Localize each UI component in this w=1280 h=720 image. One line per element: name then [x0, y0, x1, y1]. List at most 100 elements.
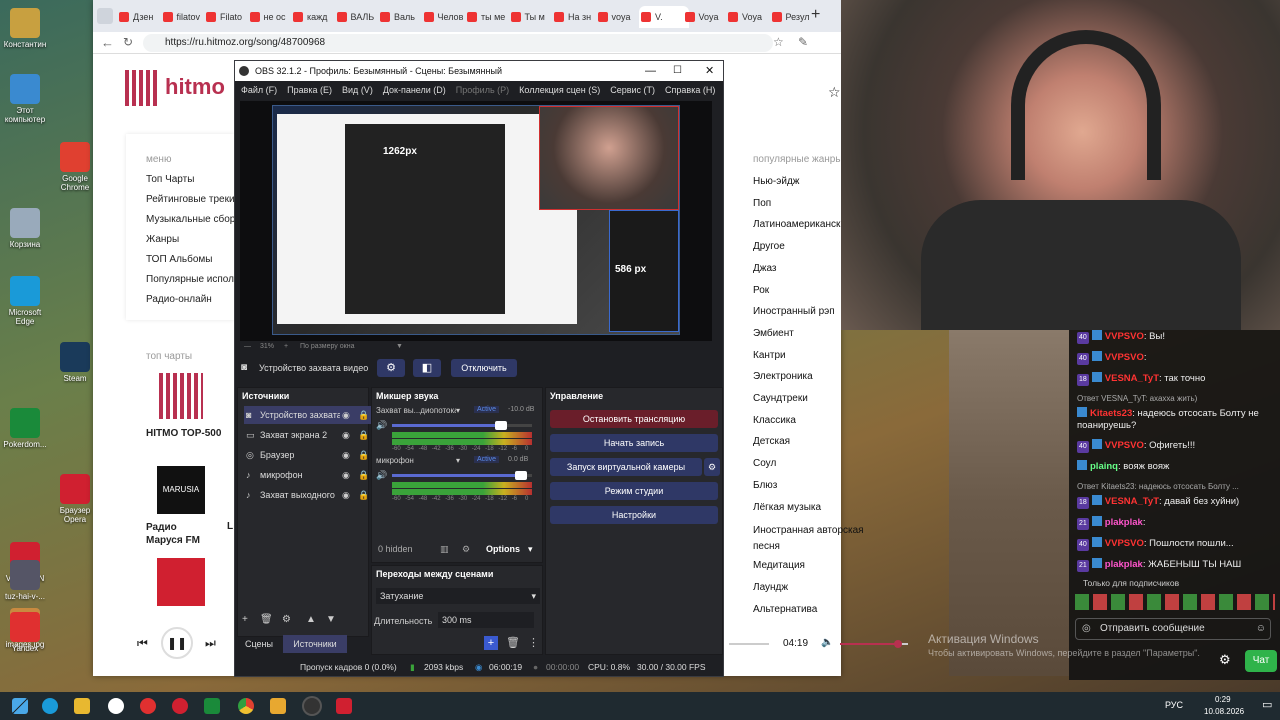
lock-icon[interactable]: 🔒: [358, 466, 369, 484]
genre-link[interactable]: Саундтреки: [753, 393, 841, 404]
source-item[interactable]: ♪ Захват выходного ◉ 🔒: [244, 486, 374, 504]
source-properties-icon[interactable]: ⚙: [282, 614, 291, 625]
bookmark-star-icon[interactable]: ☆: [828, 84, 841, 101]
chat-username[interactable]: VESNA_TyT: [1105, 496, 1159, 507]
source-item[interactable]: ◙ Устройство захвата ◉ 🔒: [244, 406, 374, 424]
move-up-icon[interactable]: ▲: [306, 614, 316, 625]
menu-item[interactable]: Музыкальные сборники: [146, 214, 234, 225]
tab-actions-icon[interactable]: [97, 8, 113, 24]
chrome-taskbar-icon[interactable]: [238, 698, 254, 714]
mixer-channel-chevron-icon[interactable]: ▾: [456, 406, 460, 415]
genre-link[interactable]: Нью-эйдж: [753, 176, 841, 187]
obs-menu-item[interactable]: Справка (H): [665, 85, 715, 95]
desktop-icon[interactable]: Корзина: [2, 208, 48, 249]
obs-menu-item[interactable]: Правка (E): [287, 85, 332, 95]
browser-tab[interactable]: Резул: [770, 6, 812, 28]
lock-icon[interactable]: 🔒: [358, 426, 369, 444]
player-pause-button[interactable]: ❚❚: [161, 627, 193, 659]
genre-link[interactable]: Альтернатива: [753, 604, 841, 615]
start-icon[interactable]: [12, 698, 28, 714]
move-down-icon[interactable]: ▼: [326, 614, 336, 625]
mixer-layout-icon[interactable]: ▥: [440, 544, 449, 555]
chart-cover-europa[interactable]: [157, 558, 205, 606]
genre-link[interactable]: Электроника: [753, 371, 841, 382]
chart-label-marusya[interactable]: Радио Маруся FM: [146, 521, 216, 547]
notifications-icon[interactable]: ▭: [1262, 698, 1272, 711]
vanyavpn-taskbar-icon[interactable]: [336, 698, 352, 714]
browser-tab[interactable]: На зн: [552, 6, 594, 28]
volume-fader[interactable]: [392, 471, 532, 480]
menu-item[interactable]: Популярные исполнители: [146, 274, 234, 285]
extensions-icon[interactable]: ✎: [798, 35, 808, 49]
add-source-icon[interactable]: +: [242, 614, 248, 625]
zoom-mode-chevron-icon[interactable]: ▼: [396, 343, 403, 350]
obs-menu-item[interactable]: Док-панели (D): [383, 85, 446, 95]
player-prev-icon[interactable]: ⏮: [137, 636, 148, 651]
menu-item[interactable]: Жанры: [146, 234, 234, 245]
browser-tab[interactable]: не ос: [248, 6, 290, 28]
preview-canvas[interactable]: 1262px 586 px: [272, 105, 680, 335]
transition-more-icon[interactable]: ⋮: [528, 636, 539, 649]
browser-tab[interactable]: Voya: [726, 6, 768, 28]
chart-cover-marusya[interactable]: MARUSIA: [157, 466, 205, 514]
genre-link[interactable]: Лаундж: [753, 582, 841, 593]
visibility-icon[interactable]: ◉: [342, 406, 350, 424]
volume-slider[interactable]: [840, 640, 908, 648]
folder-taskbar-icon[interactable]: [270, 698, 286, 714]
genre-link[interactable]: Латиноамериканская: [753, 219, 841, 230]
edge-taskbar-icon[interactable]: [42, 698, 58, 714]
obs-menu-item[interactable]: Файл (F): [241, 85, 277, 95]
genre-link[interactable]: Медитация: [753, 560, 841, 571]
genre-link[interactable]: Иностранная авторская песня: [753, 523, 877, 555]
chat-username[interactable]: VVPSVO: [1105, 538, 1144, 549]
volume-fader-thumb[interactable]: [514, 471, 527, 480]
favorite-icon[interactable]: ☆: [773, 35, 784, 49]
chat-username[interactable]: plakplak: [1105, 559, 1143, 570]
obs-taskbar-icon[interactable]: [304, 698, 320, 714]
remove-source-icon[interactable]: 🗑: [260, 614, 273, 625]
explorer-taskbar-icon[interactable]: [74, 698, 90, 714]
sources-tab[interactable]: Источники: [283, 635, 347, 653]
yandex-browser-taskbar-icon[interactable]: [140, 698, 156, 714]
obs-menu-item[interactable]: Сервис (T): [610, 85, 655, 95]
desktop-icon[interactable]: Google Chrome: [52, 142, 98, 192]
browser-tab[interactable]: Filato: [204, 6, 246, 28]
chat-username[interactable]: Ответ Kitaets23: надеюсь отсосать Болту …: [1077, 482, 1239, 491]
genre-link[interactable]: Детская: [753, 436, 841, 447]
volume-icon[interactable]: 🔈: [821, 637, 833, 648]
obs-menu-item[interactable]: Коллекция сцен (S): [519, 85, 600, 95]
chat-username[interactable]: VVPSVO: [1105, 440, 1144, 451]
close-icon[interactable]: ✕: [705, 61, 714, 81]
genre-link[interactable]: Иностранный рэп: [753, 306, 841, 317]
back-icon[interactable]: ←: [101, 35, 114, 50]
browser-tab[interactable]: Дзен: [117, 6, 159, 28]
chat-username[interactable]: Ответ VESNA_TyT: ахахха: [1077, 394, 1175, 403]
desktop-icon[interactable]: Браузер Opera: [52, 474, 98, 524]
chart-cover-hitmo[interactable]: [159, 373, 203, 419]
mixer-options-button[interactable]: Options: [486, 544, 520, 554]
disconnect-button[interactable]: Отключить: [451, 359, 517, 377]
tray-time[interactable]: 0:29: [1215, 695, 1231, 704]
mixer-channel-chevron-icon[interactable]: ▾: [456, 456, 460, 465]
browser-tab[interactable]: ВАЛЬ: [335, 6, 377, 28]
tray-date[interactable]: 10.08.2026: [1204, 707, 1244, 716]
desktop-icon[interactable]: tuz-hai-v-...: [2, 560, 48, 601]
chat-username[interactable]: Kitaets23: [1090, 408, 1132, 419]
player-progress-bar[interactable]: [729, 643, 769, 645]
control-button[interactable]: Запуск виртуальной камеры: [550, 458, 702, 476]
source-item[interactable]: ♪ микрофон ◉ 🔒: [244, 466, 374, 484]
obs-menu-item[interactable]: Профиль (P): [456, 85, 509, 95]
volume-slider-thumb[interactable]: [893, 640, 902, 648]
genre-link[interactable]: Лёгкая музыка: [753, 502, 841, 513]
visibility-icon[interactable]: ◉: [342, 466, 350, 484]
visibility-icon[interactable]: ◉: [342, 446, 350, 464]
pokerdom-taskbar-icon[interactable]: [204, 698, 220, 714]
browser-tab[interactable]: voya: [596, 6, 638, 28]
speaker-icon[interactable]: 🔊: [376, 420, 387, 431]
options-chevron-icon[interactable]: ▾: [528, 544, 533, 555]
menu-item[interactable]: Рейтинговые треки: [146, 194, 234, 205]
add-transition-icon[interactable]: +: [484, 636, 498, 650]
browser-tab[interactable]: ты ме: [465, 6, 507, 28]
browser-tab[interactable]: кажд: [291, 6, 333, 28]
lock-icon[interactable]: 🔒: [358, 406, 369, 424]
